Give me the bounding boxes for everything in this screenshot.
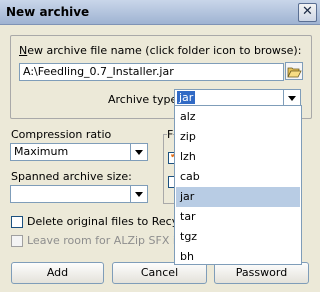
archive-type-option[interactable]: alz: [176, 107, 300, 127]
title-bar: New archive ✕: [0, 0, 320, 25]
spanned-size-select[interactable]: [10, 185, 148, 203]
archive-type-option-highlighted[interactable]: jar: [176, 187, 300, 207]
file-name-label-rest: ew archive file name (click folder icon …: [27, 44, 302, 57]
window-title: New archive: [6, 5, 90, 19]
close-icon: ✕: [302, 4, 313, 19]
folder-open-icon: [287, 67, 302, 78]
archive-type-option[interactable]: zip: [176, 127, 300, 147]
format-group-label: F: [167, 128, 174, 141]
dialog-body: New archive file name (click folder icon…: [0, 25, 320, 292]
compression-select[interactable]: Maximum: [10, 143, 148, 161]
file-name-label-mnemonic: N: [19, 44, 28, 57]
add-button[interactable]: Add: [11, 262, 104, 284]
archive-type-option[interactable]: tar: [176, 207, 300, 227]
file-name-input[interactable]: A:\Feedling_0.7_Installer.jar: [19, 63, 284, 81]
chevron-down-icon[interactable]: [130, 186, 147, 202]
close-button[interactable]: ✕: [298, 3, 317, 22]
compression-label: Compression ratio: [11, 128, 112, 141]
archive-type-dropdown: alz zip lzh cab jar tar tgz bh: [174, 105, 302, 265]
compression-value: Maximum: [14, 145, 69, 158]
chevron-down-icon[interactable]: [283, 90, 300, 106]
archive-type-value: jar: [177, 91, 196, 104]
archive-type-option[interactable]: lzh: [176, 147, 300, 167]
file-name-label: New archive file name (click folder icon…: [19, 44, 301, 57]
archive-type-label: Archive type: [108, 93, 178, 106]
spanned-label: Spanned archive size:: [11, 170, 132, 183]
archive-type-option[interactable]: tgz: [176, 227, 300, 247]
archive-type-option[interactable]: cab: [176, 167, 300, 187]
sfx-room-label: Leave room for ALZip SFX in: [27, 234, 183, 247]
chevron-down-icon[interactable]: [130, 144, 147, 160]
sfx-room-checkbox[interactable]: [11, 235, 23, 247]
delete-originals-label: Delete original files to Recyc: [27, 215, 185, 228]
browse-folder-button[interactable]: [285, 62, 303, 80]
delete-originals-checkbox[interactable]: [11, 216, 23, 228]
archive-type-option[interactable]: bh: [176, 247, 300, 267]
